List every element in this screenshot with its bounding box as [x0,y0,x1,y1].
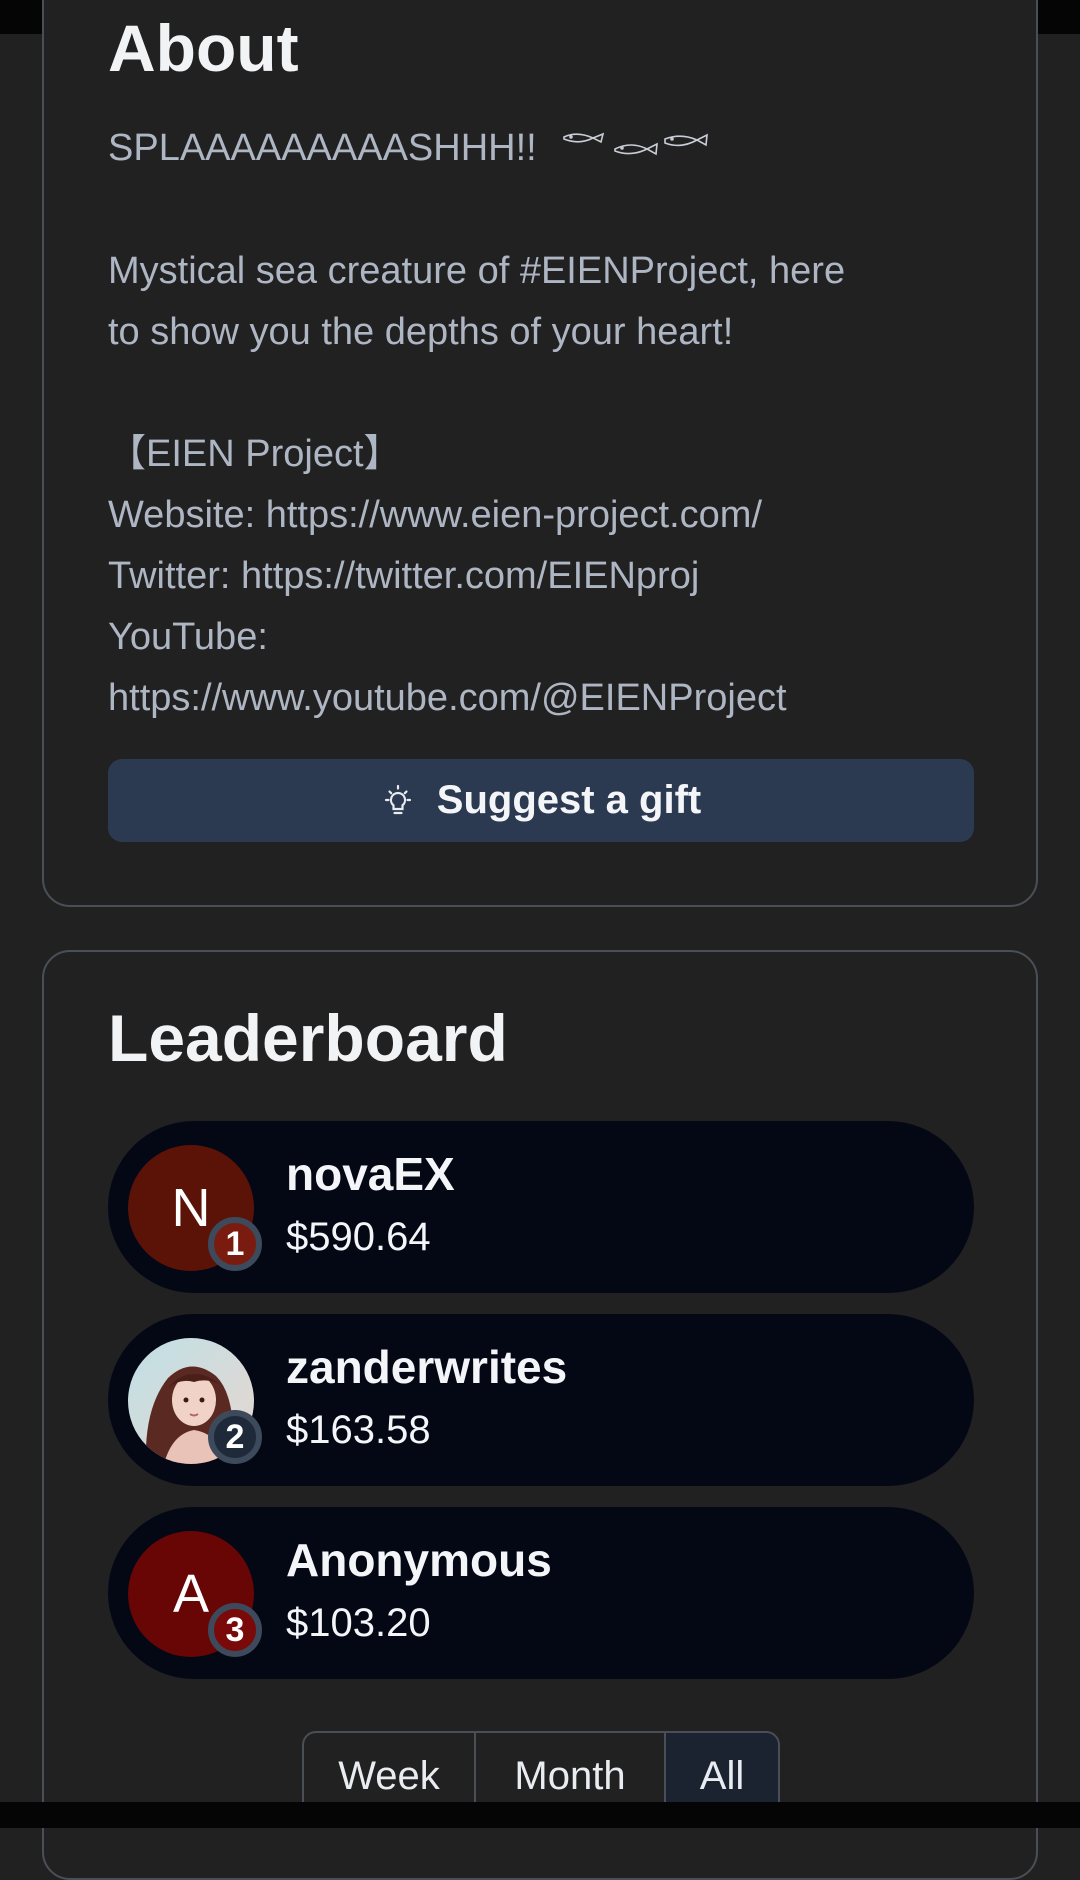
bio-twitter[interactable]: Twitter: https://twitter.com/EIENproj [108,546,968,607]
supporter-amount: $163.58 [286,1408,431,1453]
suggest-gift-label: Suggest a gift [437,778,701,823]
leaderboard-title: Leaderboard [108,998,508,1078]
rank-badge: 1 [208,1217,262,1271]
bio-description-1: Mystical sea creature of #EIENProject, h… [108,241,968,302]
supporter-name: Anonymous [286,1533,552,1587]
supporter-amount: $103.20 [286,1601,431,1646]
leaderboard-row[interactable]: A 3 Anonymous $103.20 [108,1507,974,1679]
supporter-name: novaEX [286,1147,455,1201]
about-bio: SPLAAAAAAAAASHHH!! Mystical sea creature… [108,118,968,729]
supporter-name: zanderwrites [286,1340,567,1394]
avatar-initial: N [172,1177,211,1239]
bio-tagline: SPLAAAAAAAAASHHH!! [108,127,537,169]
lightbulb-icon [381,784,415,818]
bio-project-heading: 【EIEN Project】 [108,424,968,485]
bio-description-2: to show you the depths of your heart! [108,302,968,363]
navigation-bar [0,1802,1080,1828]
leaderboard-row[interactable]: N 1 novaEX $590.64 [108,1121,974,1293]
bio-youtube-url[interactable]: https://www.youtube.com/@EIENProject [108,668,968,729]
avatar-initial: A [173,1563,209,1625]
bio-tagline-line: SPLAAAAAAAAASHHH!! [108,118,968,180]
rank-badge: 3 [208,1603,262,1657]
about-title: About [108,8,299,88]
fish-doodle-icon [559,119,709,180]
bio-youtube-label: YouTube: [108,607,968,668]
suggest-gift-button[interactable]: Suggest a gift [108,759,974,842]
supporter-amount: $590.64 [286,1215,431,1260]
rank-badge: 2 [208,1410,262,1464]
bio-website[interactable]: Website: https://www.eien-project.com/ [108,485,968,546]
leaderboard-row[interactable]: 2 zanderwrites $163.58 [108,1314,974,1486]
